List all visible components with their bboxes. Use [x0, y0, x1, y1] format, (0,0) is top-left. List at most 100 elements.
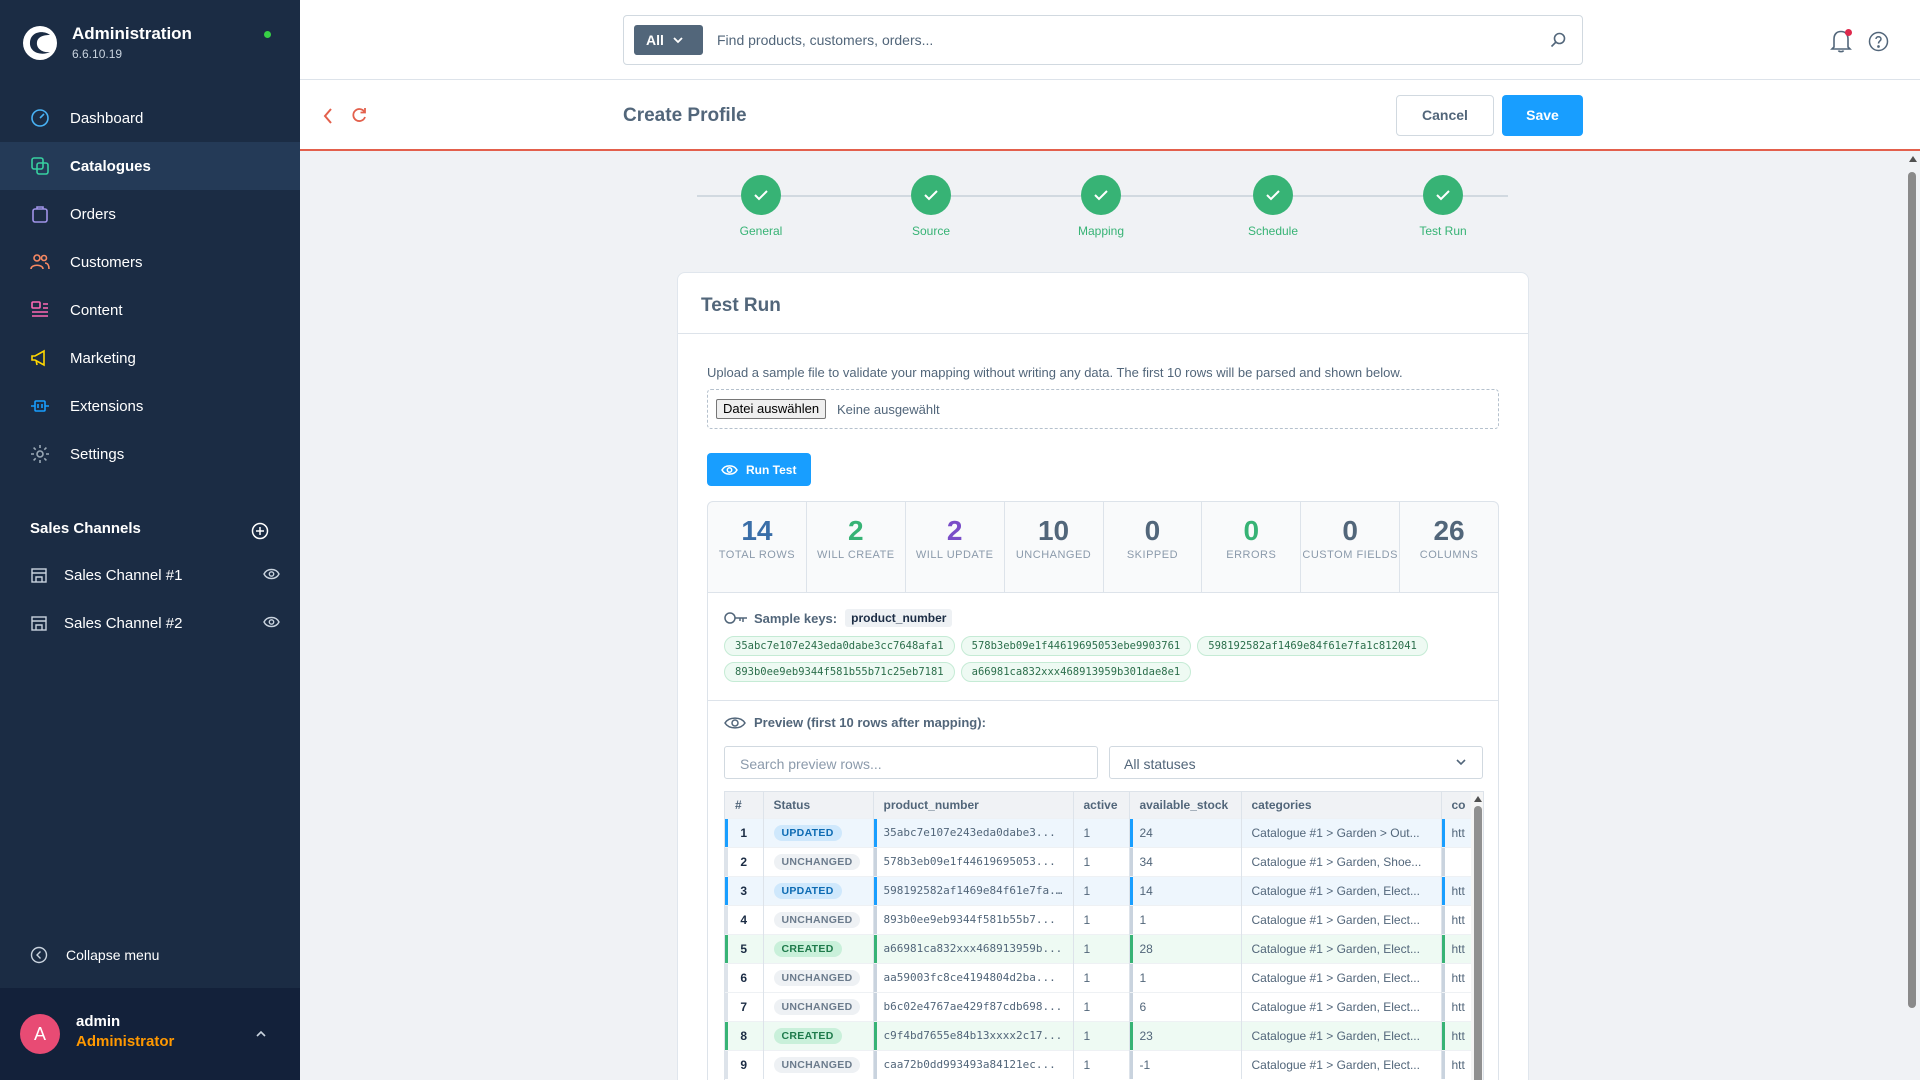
- avatar: A: [20, 1014, 60, 1054]
- table-row[interactable]: 2 UNCHANGED 578b3eb09e1f44619695053... 1 34 C…: [725, 846, 1483, 876]
- brand[interactable]: Administration 6.6.10.19: [22, 24, 192, 61]
- stat-value: 2: [848, 515, 864, 546]
- column-header[interactable]: available_stock: [1129, 792, 1242, 818]
- active-cell: 1: [1073, 846, 1130, 876]
- cancel-button[interactable]: Cancel: [1396, 95, 1494, 136]
- table-row[interactable]: 1 UPDATED 35abc7e107e243eda0dabe3... 1 24 Cat…: [725, 817, 1483, 847]
- step-schedule[interactable]: Schedule: [1213, 175, 1333, 238]
- search-scope-select[interactable]: All: [634, 25, 703, 55]
- choose-file-button[interactable]: Datei auswählen: [716, 399, 827, 419]
- nav-item-content[interactable]: Content: [0, 286, 300, 334]
- run-test-button[interactable]: Run Test: [707, 453, 811, 486]
- status-filter-value: All statuses: [1124, 756, 1196, 772]
- nav-label: Content: [70, 301, 123, 319]
- stock-cell: 14: [1129, 875, 1242, 905]
- row-number: 6: [725, 962, 764, 992]
- sample-keys-header: Sample keys: product_number: [724, 609, 953, 627]
- table-row[interactable]: 3 UPDATED 598192582af1469e84f61e7fa... 1 14 C…: [725, 875, 1483, 905]
- active-cell: 1: [1073, 933, 1130, 963]
- search-input[interactable]: Find products, customers, orders...: [717, 32, 933, 48]
- nav-item-dashboard[interactable]: Dashboard: [0, 94, 300, 142]
- users-icon: [30, 254, 50, 270]
- collapse-menu-button[interactable]: Collapse menu: [30, 946, 159, 964]
- row-number: 3: [725, 875, 764, 905]
- column-header[interactable]: #: [725, 792, 764, 818]
- save-button[interactable]: Save: [1502, 95, 1583, 136]
- nav-item-customers[interactable]: Customers: [0, 238, 300, 286]
- status-cell: UNCHANGED: [763, 962, 874, 992]
- eye-icon[interactable]: [263, 615, 280, 629]
- sales-channels-title: Sales Channels: [30, 520, 141, 537]
- global-search[interactable]: All Find products, customers, orders...: [623, 15, 1583, 65]
- column-header[interactable]: Status: [763, 792, 874, 818]
- stat-will-create: 2 WILL CREATE: [807, 502, 906, 592]
- table-row[interactable]: 7 UNCHANGED b6c02e4767ae429f87cdb698... 1 6 C…: [725, 991, 1483, 1021]
- nav-item-settings[interactable]: Settings: [0, 430, 300, 478]
- file-upload-field[interactable]: Datei auswählen Keine ausgewählt: [707, 389, 1499, 429]
- categories-cell: Catalogue #1 > Garden, Elect...: [1241, 904, 1442, 934]
- nav-item-extensions[interactable]: Extensions: [0, 382, 300, 430]
- nav-item-marketing[interactable]: Marketing: [0, 334, 300, 382]
- stat-label: ERRORS: [1226, 549, 1277, 561]
- stat-label: UNCHANGED: [1015, 549, 1092, 561]
- active-cell: 1: [1073, 1020, 1130, 1050]
- stat-label: COLUMNS: [1419, 549, 1479, 561]
- table-scrollbar[interactable]: [1471, 792, 1483, 1080]
- help-icon[interactable]: [1868, 31, 1889, 52]
- back-arrow-icon[interactable]: [322, 107, 334, 125]
- step-label: General: [739, 224, 783, 238]
- search-icon[interactable]: [1550, 32, 1566, 48]
- page-scrollbar[interactable]: [1906, 152, 1920, 1080]
- product-number-cell: 578b3eb09e1f44619695053...: [873, 846, 1074, 876]
- product-number-cell: 598192582af1469e84f61e7fa...: [873, 875, 1074, 905]
- categories-cell: Catalogue #1 > Garden, Elect...: [1241, 933, 1442, 963]
- column-header[interactable]: product_number: [873, 792, 1074, 818]
- stat-skipped: 0 SKIPPED: [1104, 502, 1203, 592]
- status-badge: UPDATED: [773, 882, 842, 899]
- row-number: 9: [725, 1049, 764, 1079]
- nav-item-catalogues[interactable]: Catalogues: [0, 142, 300, 190]
- step-source[interactable]: Source: [871, 175, 991, 238]
- step-mapping[interactable]: Mapping: [1041, 175, 1161, 238]
- column-header[interactable]: categories: [1241, 792, 1442, 818]
- step-test-run[interactable]: Test Run: [1383, 175, 1503, 238]
- user-menu[interactable]: A admin Administrator: [0, 988, 300, 1080]
- refresh-icon[interactable]: [350, 106, 368, 124]
- table-row[interactable]: 6 UNCHANGED aa59003fc8ce4194804d2ba... 1 1 Ca…: [725, 962, 1483, 992]
- column-header[interactable]: active: [1073, 792, 1130, 818]
- table-row[interactable]: 8 CREATED c9f4bd7655e84b13xxxx2c17... 1 23 Ca…: [725, 1020, 1483, 1050]
- sales-channel-item[interactable]: Sales Channel #2: [30, 611, 280, 635]
- step-done-icon: [1423, 175, 1463, 215]
- step-general[interactable]: General: [701, 175, 821, 238]
- step-label: Mapping: [1077, 224, 1125, 238]
- sales-channel-item[interactable]: Sales Channel #1: [30, 563, 280, 587]
- catalogue-icon: [31, 157, 49, 175]
- chevron-up-icon[interactable]: [255, 1028, 267, 1040]
- step-done-icon: [1081, 175, 1121, 215]
- top-bar: All Find products, customers, orders...: [300, 0, 1920, 80]
- chevron-down-icon: [1456, 759, 1466, 766]
- table-row[interactable]: 9 UNCHANGED caa72b0dd993493a84121ec... 1 -1 C…: [725, 1049, 1483, 1079]
- row-number: 4: [725, 904, 764, 934]
- active-cell: 1: [1073, 904, 1130, 934]
- table-row[interactable]: 4 UNCHANGED 893b0ee9eb9344f581b55b7... 1 1 Ca…: [725, 904, 1483, 934]
- nav-item-orders[interactable]: Orders: [0, 190, 300, 238]
- status-badge: UNCHANGED: [773, 969, 861, 986]
- stat-value: 2: [946, 515, 963, 546]
- stats-row: 14 TOTAL ROWS 2 WILL CREATE 2 WILL UPDATE 10 UN…: [707, 501, 1499, 593]
- file-status: Keine ausgewählt: [837, 402, 940, 417]
- categories-cell: Catalogue #1 > Garden, Elect...: [1241, 962, 1442, 992]
- stock-cell: 24: [1129, 817, 1242, 847]
- stock-cell: 1: [1129, 904, 1242, 934]
- stock-cell: 23: [1129, 1020, 1242, 1050]
- eye-icon[interactable]: [263, 567, 280, 581]
- nav-label: Dashboard: [70, 109, 144, 127]
- categories-cell: Catalogue #1 > Garden, Elect...: [1241, 1049, 1442, 1079]
- categories-cell: Catalogue #1 > Garden, Shoe...: [1241, 846, 1442, 876]
- step-label: Source: [911, 224, 951, 238]
- online-status-dot: [264, 31, 271, 38]
- table-row[interactable]: 5 CREATED a66981ca832xxx468913959b... 1 28 Ca…: [725, 933, 1483, 963]
- preview-search-input[interactable]: Search preview rows...: [724, 746, 1098, 779]
- status-filter-select[interactable]: All statuses: [1109, 746, 1483, 779]
- add-sales-channel-icon[interactable]: [251, 522, 269, 540]
